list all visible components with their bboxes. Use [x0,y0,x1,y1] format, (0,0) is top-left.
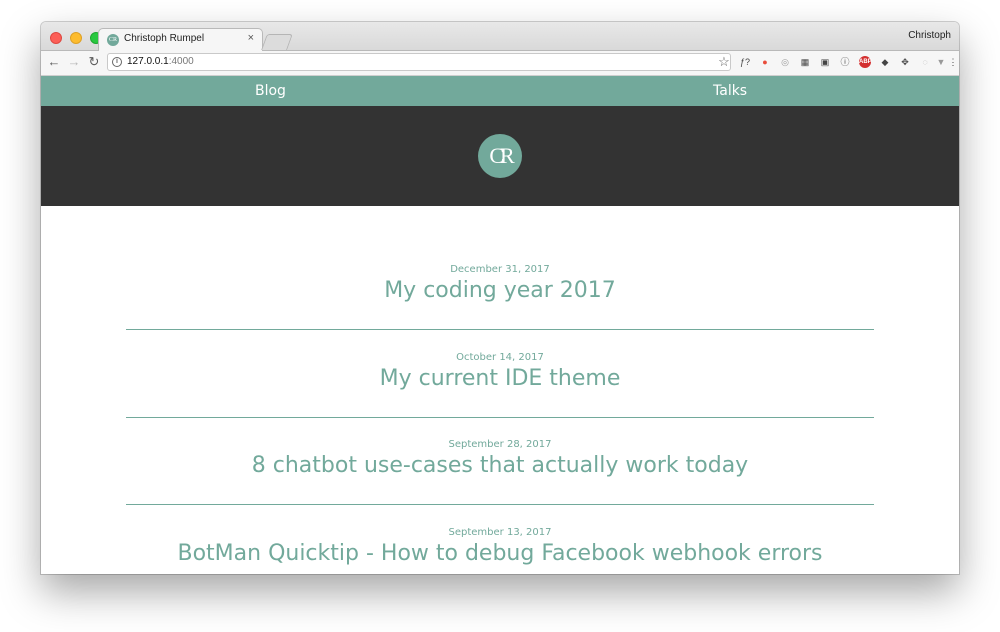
back-button[interactable]: ← [45,53,63,71]
reload-button[interactable]: ↻ [85,53,103,71]
forward-button[interactable]: → [65,53,83,71]
post-item: September 28, 2017 8 chatbot use-cases t… [126,439,874,478]
tab-bar: CR Christoph Rumpel × Christoph [41,22,959,51]
address-bar[interactable]: i 127.0.0.1:4000 [107,53,731,71]
move-extension-icon[interactable]: ✥ [899,56,911,68]
bookmark-star-icon[interactable]: ☆ [715,53,733,71]
new-tab-button[interactable] [261,34,293,50]
ghost-extension-icon[interactable]: ◌ [919,56,931,68]
site-navbar: Blog Talks [41,76,959,106]
post-title-link[interactable]: My coding year 2017 [126,278,874,303]
post-date: September 13, 2017 [448,527,552,538]
post-item: October 14, 2017 My current IDE theme [126,352,874,391]
post-date: December 31, 2017 [450,264,550,275]
url-port: :4000 [168,56,194,67]
browser-toolbar: ← → ↻ i 127.0.0.1:4000 ☆ ƒ? ● ◎ ▦ ▣ ⓘ AB… [41,51,959,76]
info-extension-icon[interactable]: ⓘ [839,56,851,68]
nav-link-blog[interactable]: Blog [255,83,286,99]
info-icon[interactable]: i [112,57,122,67]
favicon-icon: CR [107,34,119,46]
close-window-button[interactable] [50,32,62,44]
nav-link-talks[interactable]: Talks [713,83,747,99]
post-divider [126,504,874,505]
circle-extension-icon[interactable]: ◎ [779,56,791,68]
minimize-window-button[interactable] [70,32,82,44]
url-host: 127.0.0.1 [127,56,169,67]
url-text[interactable]: 127.0.0.1:4000 [127,56,194,67]
vue-devtools-icon[interactable]: ▼ [935,56,947,68]
site-header: CR [41,106,959,206]
browser-window: CR Christoph Rumpel × Christoph ← → ↻ i … [41,22,959,574]
post-item: September 13, 2017 BotMan Quicktip - How… [126,527,874,566]
post-date: October 14, 2017 [456,352,544,363]
profile-name[interactable]: Christoph [908,30,951,41]
post-list: December 31, 2017 My coding year 2017 Oc… [41,206,959,574]
pocket-icon[interactable]: ◆ [879,56,891,68]
tab-title: Christoph Rumpel [124,33,205,44]
post-date: September 28, 2017 [448,439,552,450]
font-extension-icon[interactable]: ƒ? [739,56,751,68]
post-title-link[interactable]: 8 chatbot use-cases that actually work t… [126,453,874,478]
post-title-link[interactable]: BotMan Quicktip - How to debug Facebook … [126,541,874,566]
menu-icon[interactable]: ⋮ [947,56,959,68]
adblock-icon[interactable]: ABP [859,56,872,68]
browser-tab[interactable]: CR Christoph Rumpel × [98,28,263,51]
grid-extension-icon[interactable]: ▣ [819,56,831,68]
post-divider [126,329,874,330]
color-extension-icon[interactable]: ● [759,56,771,68]
tab-close-icon[interactable]: × [248,32,254,44]
site-logo[interactable]: CR [478,134,522,178]
qr-extension-icon[interactable]: ▦ [799,56,811,68]
post-title-link[interactable]: My current IDE theme [126,366,874,391]
post-item: December 31, 2017 My coding year 2017 [126,264,874,303]
post-divider [126,417,874,418]
